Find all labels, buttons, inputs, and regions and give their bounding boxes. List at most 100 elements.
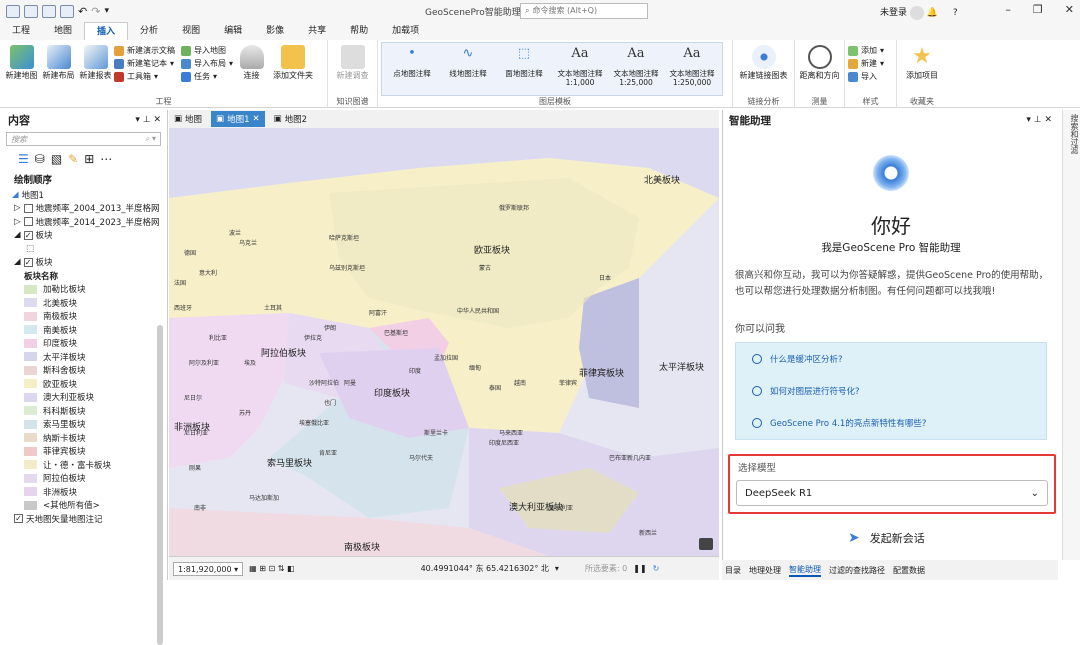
suggestion-item[interactable]: GeoScene Pro 4.1的亮点新特性有哪些?	[736, 407, 1046, 439]
legend-item[interactable]: 加勒比板块	[0, 283, 167, 297]
import-map-button[interactable]: 导入地图	[181, 45, 233, 56]
new-session-button[interactable]: ➤ 发起新会话	[848, 530, 925, 546]
pane-options-icon[interactable]: ▾ ⊥ ✕	[1026, 115, 1052, 125]
close-icon[interactable]: ✕	[1065, 3, 1074, 16]
legend-item[interactable]: 纳斯卡板块	[0, 431, 167, 445]
ribbon-tab[interactable]: 插入	[84, 22, 129, 40]
save-icon[interactable]	[42, 4, 56, 18]
ribbon-tab[interactable]: 帮助	[338, 22, 380, 40]
minimize-icon[interactable]: –	[1005, 3, 1011, 16]
bottom-pane-tab[interactable]: 地理处理	[749, 565, 781, 576]
editing-icon[interactable]: ✎	[68, 152, 78, 166]
layer-row[interactable]: ▷ 地震频率_2004_2013_半度格网	[0, 202, 167, 216]
collapse-icon[interactable]: ◢	[14, 257, 21, 267]
legend-item[interactable]: 非洲板块	[0, 485, 167, 499]
new-layout-button[interactable]: 新建布局	[40, 42, 77, 96]
suggestion-item[interactable]: 如何对图层进行符号化?	[736, 375, 1046, 407]
layer-checkbox[interactable]: ✓	[23, 257, 33, 267]
style-new-button[interactable]: 新建 ▾	[848, 58, 884, 69]
map-view[interactable]: 北美板块 欧亚板块 阿拉伯板块 印度板块 非洲板块 索马里板块 菲律宾板块 太平洋板块 澳大利亚…	[169, 128, 719, 556]
contents-search-input[interactable]: 搜索 ⌕ ▾	[6, 132, 161, 146]
document-tab[interactable]: ▣ 地图2	[269, 111, 312, 127]
ribbon-tab[interactable]: 地图	[42, 22, 84, 40]
layer-checkbox[interactable]	[23, 203, 33, 213]
suggestion-item[interactable]: 什么是缓冲区分析?	[736, 343, 1046, 375]
bottom-pane-tab[interactable]: 配置数据	[893, 565, 925, 576]
new-report-button[interactable]: 新建报表	[77, 42, 114, 96]
grid-icon[interactable]: ▦ ⊞ ⊡ ⇅ ◧	[249, 564, 294, 573]
draw-order-icon[interactable]: ☰	[18, 152, 29, 166]
legend-item[interactable]: 菲律宾板块	[0, 445, 167, 459]
new-notebook-button[interactable]: 新建笔记本 ▾	[114, 58, 175, 69]
maximize-icon[interactable]: ❐	[1033, 3, 1043, 16]
toolbox-button[interactable]: 工具箱 ▾	[114, 71, 175, 82]
redo-icon[interactable]: ↷	[91, 5, 100, 18]
pane-options-icon[interactable]: ▾ ⊥ ✕	[135, 115, 161, 125]
bottom-pane-tab[interactable]: 智能助理	[789, 564, 821, 577]
selection-icon[interactable]: ▧	[51, 152, 62, 166]
layer-row[interactable]: ◢ ✓ 板块	[0, 229, 167, 243]
ribbon-tab[interactable]: 影像	[254, 22, 296, 40]
legend-item[interactable]: 澳大利亚板块	[0, 391, 167, 405]
user-status[interactable]: 未登录 🔔 ?	[880, 5, 958, 20]
scale-input[interactable]: 1:81,920,000 ▾	[173, 561, 244, 576]
new-survey-button[interactable]: 新建调查	[331, 42, 374, 96]
new-project-icon[interactable]	[6, 4, 20, 18]
help-button[interactable]: ?	[953, 8, 958, 18]
coord-system-icon[interactable]: ▾	[555, 564, 559, 573]
contents-scrollbar[interactable]	[157, 325, 163, 645]
legend-item[interactable]: 印度板块	[0, 337, 167, 351]
save-as-icon[interactable]	[60, 4, 74, 18]
layer-row[interactable]: ◢ ✓ 板块	[0, 256, 167, 270]
layer-template-item[interactable]: • 点地图注释	[386, 47, 438, 89]
expand-icon[interactable]: ▷	[14, 217, 21, 227]
ribbon-tab[interactable]: 加载项	[380, 22, 431, 40]
more-icon[interactable]: ⋯	[100, 152, 112, 166]
bottom-pane-tab[interactable]: 过滤的查找路径	[829, 565, 885, 576]
open-icon[interactable]	[24, 4, 38, 18]
ribbon-tab[interactable]: 编辑	[212, 22, 254, 40]
layer-checkbox[interactable]: ✓	[14, 514, 23, 524]
legend-item[interactable]: 太平洋板块	[0, 350, 167, 364]
layer-template-item[interactable]: Aa 文本地图注释 1:250,000	[666, 47, 718, 89]
avatar-icon[interactable]	[909, 5, 924, 20]
notification-icon[interactable]: 🔔	[927, 8, 938, 18]
add-item-button[interactable]: ★ 添加项目	[900, 42, 944, 96]
layer-checkbox[interactable]: ✓	[23, 230, 33, 240]
legend-item[interactable]: 阿拉伯板块	[0, 472, 167, 486]
expand-icon[interactable]: ▷	[14, 203, 21, 213]
legend-item[interactable]: <其他所有值>	[0, 499, 167, 513]
close-icon[interactable]: ✕	[253, 114, 260, 124]
bottom-pane-tab[interactable]: 目录	[725, 565, 741, 576]
legend-item[interactable]: 斯科舍板块	[0, 364, 167, 378]
layer-template-item[interactable]: ⬚ 面地图注释	[498, 47, 550, 89]
layer-template-item[interactable]: ∿ 线地图注释	[442, 47, 494, 89]
document-tab[interactable]: ▣ 地图1 ✕	[211, 111, 265, 127]
legend-item[interactable]: 北美板块	[0, 296, 167, 310]
legend-item[interactable]: 南极板块	[0, 310, 167, 324]
map-corner-icon[interactable]	[699, 538, 713, 550]
document-tab[interactable]: ▣ 地图	[169, 111, 207, 127]
add-folder-button[interactable]: 添加文件夹	[270, 42, 316, 96]
legend-item[interactable]: 科科斯板块	[0, 404, 167, 418]
new-link-chart-button[interactable]: 新建链接图表	[736, 42, 791, 96]
import-layout-button[interactable]: 导入布局 ▾	[181, 58, 233, 69]
pause-icon[interactable]: ❚❚	[633, 564, 646, 573]
model-select[interactable]: DeepSeek R1 ⌄	[736, 480, 1048, 506]
basemap-layer-row[interactable]: ✓ 天地图矢量地图注记	[0, 512, 167, 526]
style-import-button[interactable]: 导入	[848, 71, 884, 82]
snapping-icon[interactable]: ⊞	[84, 152, 94, 166]
collapse-icon[interactable]: ◢	[14, 230, 21, 240]
layer-template-item[interactable]: Aa 文本地图注释 1:25,000	[610, 47, 662, 89]
ribbon-tab[interactable]: 共享	[296, 22, 338, 40]
command-search[interactable]: ⌕ 命令搜索 (Alt+Q)	[520, 3, 648, 19]
layer-template-item[interactable]: Aa 文本地图注释 1:1,000	[554, 47, 606, 89]
ribbon-tab[interactable]: 工程	[0, 22, 42, 40]
ribbon-tab[interactable]: 分析	[128, 22, 170, 40]
legend-item[interactable]: 让・德・富卡板块	[0, 458, 167, 472]
legend-item[interactable]: 欧亚板块	[0, 377, 167, 391]
side-strip-tab[interactable]: 搜索和过滤	[1062, 110, 1080, 560]
undo-icon[interactable]: ↶	[78, 5, 87, 18]
layer-checkbox[interactable]	[23, 217, 33, 227]
style-add-button[interactable]: 添加 ▾	[848, 45, 884, 56]
